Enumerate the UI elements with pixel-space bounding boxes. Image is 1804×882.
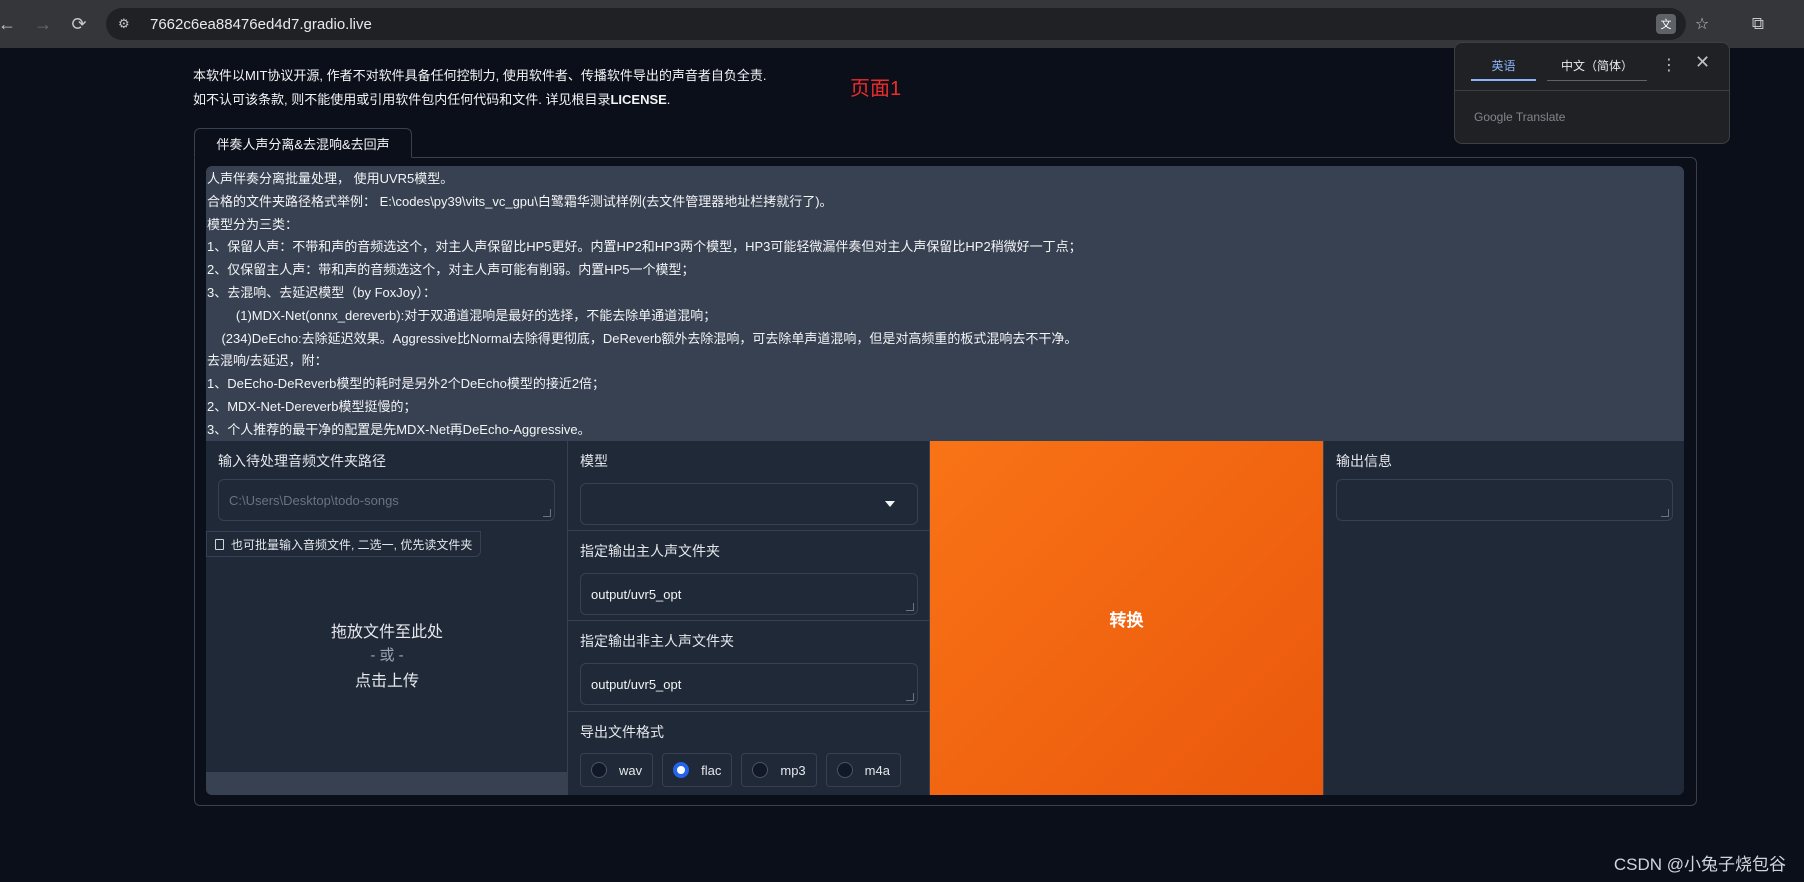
browser-toolbar: ← → ⟳ ⚙ 7662c6ea88476ed4d7.gradio.live 文… bbox=[0, 0, 1804, 48]
model-dropdown[interactable] bbox=[580, 483, 918, 525]
target-language-tab[interactable]: 中文（简体） bbox=[1547, 57, 1647, 74]
input-dir-field[interactable]: C:\Users\Desktop\todo-songs bbox=[218, 479, 555, 521]
radio-dot[interactable] bbox=[673, 762, 690, 778]
vocal-out-field[interactable]: output/uvr5_opt bbox=[580, 573, 918, 615]
watermark: CSDN @小兔子烧包谷 bbox=[1613, 855, 1786, 874]
format-option-flac[interactable]: flac bbox=[662, 753, 733, 787]
file-icon bbox=[215, 538, 224, 550]
description-line: 模型分为三类： bbox=[207, 216, 299, 232]
convert-button[interactable]: 转换 bbox=[930, 441, 1323, 795]
description-line: (1)MDX-Net(onnx_dereverb):对于双通道混响是最好的选择，… bbox=[207, 307, 717, 323]
description-line: 1、DeEcho-DeReverb模型的耗时是另外2个DeEcho模型的接近2倍… bbox=[207, 376, 606, 392]
file-upload-label: 也可批量输入音频文件, 二选一, 优先读文件夹 bbox=[206, 531, 482, 557]
input-dir-placeholder: C:\Users\Desktop\todo-songs bbox=[229, 492, 399, 508]
ins-out-field[interactable]: output/uvr5_opt bbox=[580, 663, 918, 705]
drop-text: 拖放文件至此处 bbox=[330, 624, 443, 641]
ins-out-label: 指定输出非主人声文件夹 bbox=[580, 633, 734, 649]
ins-out-value: output/uvr5_opt bbox=[591, 676, 682, 692]
active-tab-indicator bbox=[1471, 79, 1536, 81]
uvr5-description: 人声伴奏分离批量处理， 使用UVR5模型。合格的文件夹路径格式举例： E:\co… bbox=[206, 166, 1684, 441]
vocal-out-value: output/uvr5_opt bbox=[591, 586, 682, 602]
format-radio-group: wav flac mp3 m4a bbox=[580, 753, 918, 787]
url-text: 7662c6ea88476ed4d7.gradio.live bbox=[150, 15, 372, 33]
bookmark-star-icon[interactable]: ☆ bbox=[1690, 12, 1714, 36]
format-option-label: wav bbox=[619, 762, 643, 778]
license-line-2: 如不认可该条款, 则不能使用或引用软件包内任何代码和文件. 详见根目录LICEN… bbox=[193, 92, 671, 107]
back-icon[interactable]: ← bbox=[0, 7, 24, 41]
format-label: 导出文件格式 bbox=[580, 724, 664, 740]
format-option-wav[interactable]: wav bbox=[580, 753, 654, 787]
description-line: 去混响/去延迟，附： bbox=[207, 353, 328, 369]
vocal-out-label: 指定输出主人声文件夹 bbox=[580, 543, 720, 559]
resize-handle-icon[interactable] bbox=[543, 509, 551, 517]
page-annotation: 页面1 bbox=[850, 78, 902, 100]
radio-dot[interactable] bbox=[591, 762, 607, 778]
more-options-icon[interactable]: ⋮ bbox=[1661, 55, 1677, 75]
close-icon[interactable]: ✕ bbox=[1695, 52, 1710, 73]
description-line: 3、个人推荐的最干净的配置是先MDX-Net再DeEcho-Aggressive… bbox=[207, 421, 591, 437]
description-line: 1、保留人声：不带和声的音频选这个，对主人声保留比HP5更好。内置HP2和HP3… bbox=[207, 239, 1082, 255]
uvr5-controls-row: 输入待处理音频文件夹路径 C:\Users\Desktop\todo-songs… bbox=[206, 441, 1684, 795]
model-label: 模型 bbox=[580, 453, 608, 469]
vocal-out-block: 指定输出主人声文件夹 output/uvr5_opt bbox=[568, 531, 930, 621]
file-dropzone[interactable]: 拖放文件至此处 - 或 - 点击上传 bbox=[206, 557, 568, 752]
input-column: 输入待处理音频文件夹路径 C:\Users\Desktop\todo-songs… bbox=[206, 441, 568, 795]
format-option-label: mp3 bbox=[780, 762, 806, 778]
format-option-mp3[interactable]: mp3 bbox=[741, 753, 817, 787]
description-line: 合格的文件夹路径格式举例： E:\codes\py39\vits_vc_gpu\… bbox=[207, 193, 833, 209]
extensions-icon[interactable]: ⧉ bbox=[1746, 12, 1770, 36]
google-translate-brand: Google Translate bbox=[1474, 110, 1566, 124]
settings-column: 模型 指定输出主人声文件夹 output/uvr5_opt 指定输出非主人声文件… bbox=[568, 441, 930, 795]
model-block: 模型 bbox=[568, 441, 930, 531]
license-line-1: 本软件以MIT协议开源, 作者不对软件具备任何控制力, 使用软件者、传播软件导出… bbox=[193, 68, 767, 83]
output-column: 输出信息 bbox=[1323, 441, 1684, 795]
radio-dot[interactable] bbox=[752, 762, 769, 778]
description-line: 2、MDX-Net-Dereverb模型挺慢的； bbox=[207, 398, 417, 414]
chevron-down-icon bbox=[885, 501, 895, 507]
convert-column: 转换 bbox=[930, 441, 1323, 795]
description-line: 人声伴奏分离批量处理， 使用UVR5模型。 bbox=[207, 171, 454, 186]
input-dir-label: 输入待处理音频文件夹路径 bbox=[218, 453, 386, 469]
site-settings-icon[interactable]: ⚙ bbox=[118, 16, 140, 32]
or-text: - 或 - bbox=[370, 647, 404, 664]
description-line: 3、去混响、去延迟模型（by FoxJoy）： bbox=[207, 284, 436, 300]
description-line: (234)DeEcho:去除延迟效果。Aggressive比Normal去除得更… bbox=[207, 330, 1078, 346]
resize-handle-icon[interactable] bbox=[906, 693, 914, 701]
reload-icon[interactable]: ⟳ bbox=[62, 7, 96, 41]
resize-handle-icon[interactable] bbox=[906, 603, 914, 611]
format-option-label: m4a bbox=[864, 762, 890, 778]
description-line: 2、仅保留主人声：带和声的音频选这个，对主人声可能有削弱。内置HP5一个模型； bbox=[207, 262, 695, 278]
dropzone-footer bbox=[206, 772, 568, 795]
license-notice: 本软件以MIT协议开源, 作者不对软件具备任何控制力, 使用软件者、传播软件导出… bbox=[193, 64, 766, 112]
tab-uvr5[interactable]: 伴奏人声分离&去混响&去回声 bbox=[194, 128, 412, 158]
ins-out-block: 指定输出非主人声文件夹 output/uvr5_opt bbox=[568, 621, 930, 712]
output-info-field[interactable] bbox=[1336, 479, 1673, 521]
address-bar[interactable]: ⚙ 7662c6ea88476ed4d7.gradio.live bbox=[106, 8, 1686, 40]
resize-handle-icon[interactable] bbox=[1661, 509, 1669, 517]
radio-dot[interactable] bbox=[836, 762, 853, 778]
popup-divider bbox=[1455, 90, 1729, 91]
translate-icon[interactable]: 文 bbox=[1656, 14, 1676, 34]
forward-icon[interactable]: → bbox=[26, 7, 60, 41]
format-option-label: flac bbox=[701, 762, 722, 778]
format-block: 导出文件格式 wav flac mp3 m4a bbox=[568, 712, 930, 795]
output-info-label: 输出信息 bbox=[1336, 453, 1392, 469]
format-option-m4a[interactable]: m4a bbox=[825, 753, 901, 787]
google-translate-popup: 英语 中文（简体） ⋮ ✕ Google Translate bbox=[1454, 42, 1730, 144]
click-upload-text: 点击上传 bbox=[354, 673, 419, 690]
tab-divider bbox=[1547, 80, 1647, 81]
source-language-tab[interactable]: 英语 bbox=[1471, 57, 1536, 74]
